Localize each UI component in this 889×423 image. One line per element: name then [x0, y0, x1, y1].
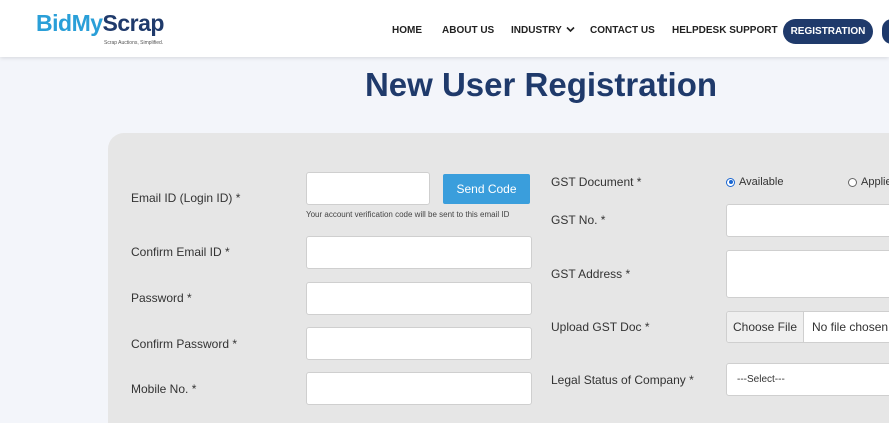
confirm-password-label: Confirm Password * [131, 337, 238, 351]
password-input[interactable] [306, 282, 532, 315]
nav-about-us[interactable]: ABOUT US [442, 25, 494, 36]
mobile-label: Mobile No. * [131, 382, 197, 396]
registration-button[interactable]: REGISTRATION [783, 19, 873, 44]
gst-applied-radio[interactable]: Applied [848, 176, 889, 188]
send-code-button[interactable]: Send Code [443, 174, 530, 204]
page-title: New User Registration [364, 66, 718, 103]
confirm-email-input[interactable] [306, 236, 532, 269]
upload-gst-label: Upload GST Doc * [551, 320, 650, 334]
logo-wordmark: BidMyScrap [36, 10, 164, 37]
confirm-password-input[interactable] [306, 327, 532, 360]
confirm-email-label: Confirm Email ID * [131, 245, 230, 259]
email-hint: Your account verification code will be s… [306, 210, 510, 219]
nav-industry-label: INDUSTRY [511, 25, 562, 36]
email-label: Email ID (Login ID) * [131, 191, 241, 205]
email-input[interactable] [306, 172, 430, 205]
logo-my: My [71, 10, 103, 36]
choose-file-button[interactable]: Choose File [727, 312, 804, 342]
bidmyscrap-logo[interactable]: BidMyScrap Scrap Auctions, Simplified. [36, 10, 176, 50]
logo-tagline: Scrap Auctions, Simplified. [104, 40, 164, 46]
logo-scrap: Scrap [102, 10, 165, 36]
gst-address-textarea[interactable] [726, 250, 889, 298]
top-navbar: BidMyScrap Scrap Auctions, Simplified. H… [0, 0, 889, 57]
gst-no-input[interactable] [726, 204, 889, 237]
gst-file-upload[interactable]: Choose File No file chosen [726, 311, 889, 343]
legal-status-label: Legal Status of Company * [551, 373, 694, 387]
chevron-down-icon [566, 25, 575, 35]
legal-status-value: ---Select--- [737, 374, 785, 385]
gst-address-label: GST Address * [551, 267, 631, 281]
nav-home[interactable]: HOME [392, 25, 422, 36]
gst-no-label: GST No. * [551, 213, 606, 227]
nav-helpdesk-support[interactable]: HELPDESK SUPPORT [672, 25, 778, 36]
gst-available-radio[interactable]: Available [726, 176, 783, 188]
gst-available-label: Available [739, 176, 784, 188]
password-label: Password * [131, 291, 192, 305]
radio-selected-icon [726, 177, 735, 187]
login-button-edge[interactable] [882, 19, 889, 44]
mobile-input[interactable] [306, 372, 532, 405]
gst-document-label: GST Document * [551, 175, 642, 189]
file-status-text: No file chosen [812, 320, 889, 334]
legal-status-select[interactable]: ---Select--- [726, 363, 889, 396]
radio-unselected-icon [848, 177, 857, 187]
gst-applied-label: Applied [861, 176, 889, 188]
logo-bid: Bid [36, 10, 72, 36]
nav-contact-us[interactable]: CONTACT US [590, 25, 655, 36]
nav-industry[interactable]: INDUSTRY [511, 25, 575, 36]
